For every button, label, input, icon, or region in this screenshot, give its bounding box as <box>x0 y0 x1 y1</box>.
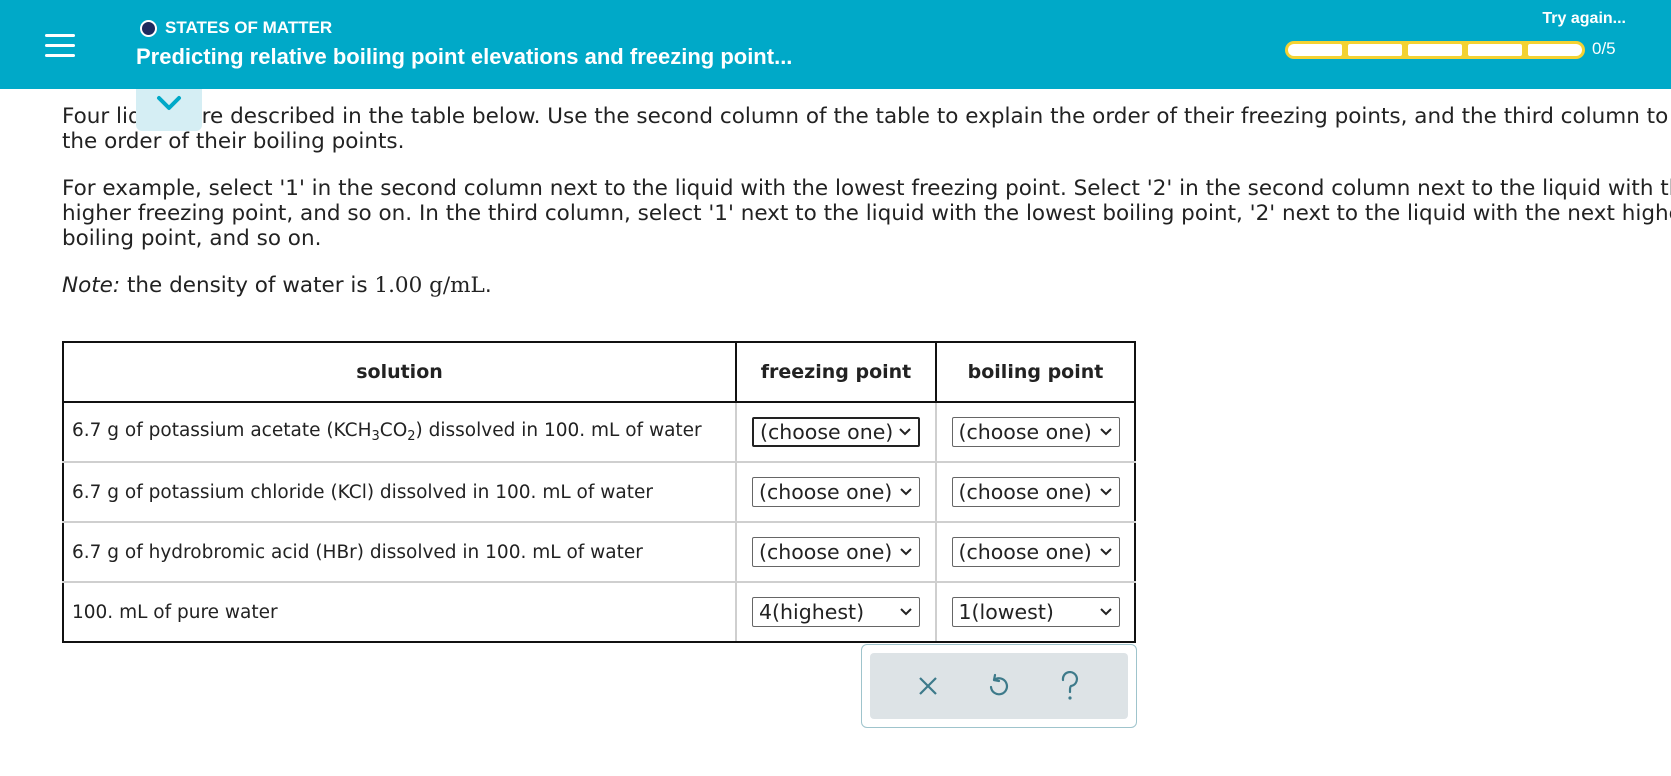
chevron-down-icon <box>900 548 912 556</box>
progress-segment <box>1348 44 1402 56</box>
intro-text-a: Four liq <box>62 104 142 129</box>
header-bar: STATES OF MATTER Predicting relative boi… <box>0 0 1671 89</box>
chevron-down-icon <box>900 488 912 496</box>
freezing-cell: (choose one) <box>735 521 937 583</box>
note-paragraph: Note: the density of water is 1.00 g/mL. <box>62 273 1671 298</box>
undo-button[interactable] <box>979 666 1019 706</box>
score-text: 0/5 <box>1592 39 1616 58</box>
chevron-down-icon <box>1099 428 1112 436</box>
table-row: 100. mL of pure water 4(highest) 1(lowes… <box>62 581 1136 643</box>
freezing-point-select[interactable]: (choose one) <box>752 537 920 567</box>
freezing-cell: (choose one) <box>735 401 937 463</box>
table-header-row: solution freezing point boiling point <box>62 341 1136 403</box>
freezing-cell: (choose one) <box>735 461 937 523</box>
example-line-2: higher freezing point, and so on. In the… <box>62 201 1671 226</box>
chevron-down-icon <box>899 428 911 436</box>
help-icon <box>1062 671 1079 700</box>
close-icon <box>918 677 937 695</box>
boiling-cell: (choose one) <box>935 521 1136 583</box>
menu-icon-line <box>45 53 75 57</box>
boiling-point-select[interactable]: 1(lowest) <box>951 597 1120 627</box>
topic-dot-icon <box>140 19 157 37</box>
boiling-cell: 1(lowest) <box>935 581 1136 643</box>
solutions-table: solution freezing point boiling point 6.… <box>62 341 1136 643</box>
menu-icon-line <box>45 33 75 37</box>
select-value: 1(lowest) <box>958 600 1054 624</box>
chevron-down-icon <box>157 96 181 110</box>
progress-segment <box>1408 44 1462 56</box>
select-value: 4(highest) <box>759 600 865 624</box>
progress-segment <box>1528 44 1582 56</box>
boiling-cell: (choose one) <box>935 401 1136 463</box>
header-solution: solution <box>62 341 737 403</box>
subscript: 2 <box>407 429 416 444</box>
example-line-3: boiling point, and so on. <box>62 226 322 251</box>
clear-button[interactable] <box>908 666 948 706</box>
chevron-down-icon <box>900 608 912 616</box>
select-value: (choose one) <box>759 480 893 504</box>
progress-segment <box>1288 44 1342 56</box>
solution-text: ) dissolved in 100. mL of water <box>415 420 702 441</box>
select-value: (choose one) <box>958 480 1092 504</box>
solution-cell: 6.7 g of hydrobromic acid (HBr) dissolve… <box>62 521 737 583</box>
solution-text: CO <box>379 420 408 441</box>
answer-toolbar <box>861 644 1137 728</box>
boiling-point-select[interactable]: (choose one) <box>951 417 1120 447</box>
progress-segment <box>1468 44 1522 56</box>
collapse-header-button[interactable] <box>136 89 202 131</box>
menu-button[interactable] <box>39 24 81 66</box>
freezing-point-select[interactable]: (choose one) <box>752 417 920 447</box>
density-value: 1.00 g/mL <box>374 273 485 298</box>
table-row: 6.7 g of hydrobromic acid (HBr) dissolve… <box>62 521 1136 583</box>
solution-text: 6.7 g of potassium acetate (KCH <box>72 420 372 441</box>
header-boiling-point: boiling point <box>935 341 1136 403</box>
select-value: (choose one) <box>958 420 1092 444</box>
boiling-point-select[interactable]: (choose one) <box>951 537 1120 567</box>
select-value: (choose one) <box>760 420 894 444</box>
solution-cell: 100. mL of pure water <box>62 581 737 643</box>
progress-bar <box>1285 41 1585 59</box>
header-freezing-point: freezing point <box>735 341 937 403</box>
example-line-1: For example, select '1' in the second co… <box>62 176 1671 201</box>
select-value: (choose one) <box>958 540 1092 564</box>
page-title: Predicting relative boiling point elevat… <box>136 44 793 69</box>
toolbar-buttons <box>870 653 1128 719</box>
freezing-point-select[interactable]: (choose one) <box>752 477 920 507</box>
select-value: (choose one) <box>759 540 893 564</box>
intro-text-c: the order of their boiling points. <box>62 129 405 154</box>
table-row: 6.7 g of potassium acetate (KCH3CO2) dis… <box>62 401 1136 463</box>
menu-icon-line <box>45 43 75 47</box>
example-paragraph: For example, select '1' in the second co… <box>62 176 1671 251</box>
undo-icon <box>989 673 1009 696</box>
chevron-down-icon <box>1099 488 1112 496</box>
solution-cell: 6.7 g of potassium chloride (KCl) dissol… <box>62 461 737 523</box>
status-text: Try again... <box>1542 10 1626 27</box>
boiling-point-select[interactable]: (choose one) <box>951 477 1120 507</box>
freezing-point-select[interactable]: 4(highest) <box>752 597 920 627</box>
topic-label: STATES OF MATTER <box>140 16 332 40</box>
topic-text: STATES OF MATTER <box>165 18 333 37</box>
chevron-down-icon <box>1099 608 1112 616</box>
intro-paragraph: Four liq re described in the table below.… <box>62 104 1671 154</box>
freezing-cell: 4(highest) <box>735 581 937 643</box>
intro-text-b: re described in the table below. Use the… <box>201 104 1671 129</box>
help-button[interactable] <box>1050 666 1090 706</box>
instructions: Four liq re described in the table below.… <box>62 104 1671 320</box>
subscript: 3 <box>371 429 380 444</box>
solution-cell: 6.7 g of potassium acetate (KCH3CO2) dis… <box>62 401 737 463</box>
chevron-down-icon <box>1099 548 1112 556</box>
table-row: 6.7 g of potassium chloride (KCl) dissol… <box>62 461 1136 523</box>
note-label: Note: <box>62 273 121 298</box>
note-end: . <box>484 273 492 298</box>
note-text: the density of water is <box>120 273 375 298</box>
boiling-cell: (choose one) <box>935 461 1136 523</box>
